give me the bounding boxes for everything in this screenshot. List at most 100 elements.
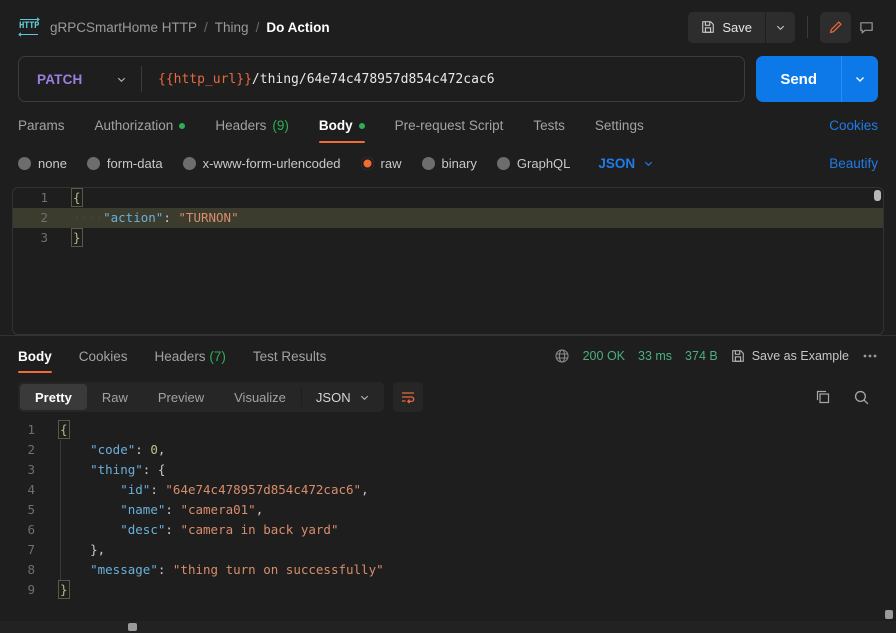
ellipsis-icon[interactable] <box>862 348 878 364</box>
globe-icon[interactable] <box>554 348 570 364</box>
url-input[interactable]: {{http_url}}/thing/64e74c478957d854c472c… <box>142 72 744 87</box>
view-mode-preview[interactable]: Preview <box>143 384 219 410</box>
code-token: } <box>58 580 70 599</box>
radio-icon <box>182 156 196 170</box>
search-icon[interactable] <box>853 389 870 406</box>
view-mode-visualize[interactable]: Visualize <box>219 384 301 410</box>
tab-label: Test Results <box>252 348 327 364</box>
indent-rule <box>60 560 61 580</box>
code-line: 5 "name": "camera01", <box>0 500 896 520</box>
response-toolbar: Pretty Raw Preview Visualize JSON <box>0 376 896 418</box>
chevron-down-icon <box>775 22 786 33</box>
body-type-binary[interactable]: binary <box>421 156 477 171</box>
send-options-caret[interactable] <box>842 56 878 102</box>
editor-scrollbar[interactable] <box>874 190 881 201</box>
body-type-x-www-form-urlencoded[interactable]: x-www-form-urlencoded <box>182 155 341 171</box>
response-header: Body Cookies Headers (7) Test Results 20… <box>0 336 896 376</box>
response-horizontal-scrollbar[interactable] <box>0 621 896 633</box>
send-button[interactable]: Send <box>756 56 841 102</box>
response-stats: 200 OK 33 ms 374 B Save as Example <box>554 348 878 364</box>
response-tab-headers[interactable]: Headers (7) <box>155 340 226 373</box>
view-mode-pretty[interactable]: Pretty <box>20 384 87 410</box>
method-selector[interactable]: PATCH <box>19 72 141 87</box>
code-line: 3 } <box>13 228 883 248</box>
code-token: { <box>71 188 83 207</box>
code-token-punct: : <box>142 462 158 477</box>
method-label: PATCH <box>37 71 83 87</box>
status-code: 200 OK <box>582 349 625 363</box>
scrollbar-thumb[interactable] <box>128 623 137 631</box>
word-wrap-icon <box>400 389 416 405</box>
tab-authorization[interactable]: Authorization <box>95 118 200 143</box>
edit-request-button[interactable] <box>820 11 851 43</box>
save-options-caret[interactable] <box>766 12 795 43</box>
cookies-link[interactable]: Cookies <box>829 118 878 143</box>
code-line: 1 { <box>0 420 896 440</box>
code-token: } <box>71 228 83 247</box>
body-type-raw[interactable]: raw <box>360 156 402 171</box>
body-format-selector[interactable]: JSON <box>598 156 654 171</box>
breadcrumb-item-request[interactable]: Do Action <box>266 20 329 35</box>
radio-icon <box>18 156 31 170</box>
body-type-form-data[interactable]: form-data <box>86 155 163 171</box>
save-as-example-button[interactable]: Save as Example <box>731 349 849 363</box>
breadcrumb-separator: / <box>255 19 260 35</box>
response-format-selector[interactable]: JSON <box>302 384 382 410</box>
comments-button[interactable] <box>851 12 882 43</box>
response-tab-cookies[interactable]: Cookies <box>79 340 128 373</box>
response-tab-test-results[interactable]: Test Results <box>253 340 327 373</box>
active-tab-underline <box>318 141 365 143</box>
breadcrumb-item-collection[interactable]: gRPCSmartHome HTTP <box>50 20 197 35</box>
code-token-key: "message" <box>90 562 158 577</box>
view-mode-raw[interactable]: Raw <box>87 384 143 410</box>
code-line-active: 2 ····"action": "TURNON" <box>13 208 883 228</box>
line-number: 1 <box>27 422 35 437</box>
tab-tests[interactable]: Tests <box>533 118 579 143</box>
word-wrap-toggle[interactable] <box>392 382 423 412</box>
response-actions <box>815 389 878 406</box>
code-token-punct: : <box>150 482 166 497</box>
copy-icon[interactable] <box>815 389 831 405</box>
body-type-label: x-www-form-urlencoded <box>202 155 341 171</box>
header-actions: Save <box>688 11 882 43</box>
window-header: HTTP gRPCSmartHome HTTP / Thing / Do Act… <box>0 0 896 54</box>
status-dot <box>358 122 365 129</box>
tab-body[interactable]: Body <box>318 118 379 143</box>
code-token: { <box>58 420 70 439</box>
code-line: 3 "thing": { <box>0 460 896 480</box>
response-body-viewer[interactable]: 1 { 2 "code": 0, 3 "thing": { 4 "id": "6… <box>0 418 896 633</box>
tab-headers[interactable]: Headers (9) <box>215 118 303 143</box>
response-vertical-scrollbar[interactable] <box>885 610 893 619</box>
send-button-group: Send <box>756 56 878 102</box>
tab-pre-request-script[interactable]: Pre-request Script <box>395 118 518 143</box>
url-variable: {{http_url}} <box>158 71 252 87</box>
response-tab-body[interactable]: Body <box>18 340 52 373</box>
tab-params[interactable]: Params <box>18 118 79 143</box>
save-button[interactable]: Save <box>688 12 765 43</box>
line-number: 5 <box>27 502 35 517</box>
tab-count: (9) <box>272 118 289 133</box>
response-time: 33 ms <box>638 349 673 363</box>
radio-icon-selected <box>360 156 374 170</box>
radio-icon <box>421 156 435 170</box>
chevron-down-icon <box>359 392 370 403</box>
status-dot <box>179 122 186 129</box>
code-token-key: "code" <box>90 442 136 457</box>
url-bar-row: PATCH {{http_url}}/thing/64e74c478957d85… <box>0 56 896 102</box>
code-token-string: "camera in back yard" <box>180 522 339 537</box>
body-type-none[interactable]: none <box>18 156 67 171</box>
code-token-punct: , <box>361 482 369 497</box>
code-token-key: "desc" <box>120 522 166 537</box>
code-line: 4 "id": "64e74c478957d854c472cac6", <box>0 480 896 500</box>
breadcrumb-item-folder[interactable]: Thing <box>215 20 249 35</box>
indent-rule <box>60 520 61 540</box>
body-type-label: form-data <box>106 155 163 171</box>
tab-settings[interactable]: Settings <box>595 118 658 143</box>
save-button-label: Save <box>722 19 752 35</box>
url-path: /thing/64e74c478957d854c472cac6 <box>251 71 495 87</box>
body-type-graphql[interactable]: GraphQL <box>496 156 570 171</box>
code-line: 9 } <box>0 580 896 600</box>
line-number: 7 <box>27 542 35 557</box>
beautify-link[interactable]: Beautify <box>829 156 878 171</box>
request-body-editor[interactable]: 1 { 2 ····"action": "TURNON" 3 } <box>12 187 884 335</box>
